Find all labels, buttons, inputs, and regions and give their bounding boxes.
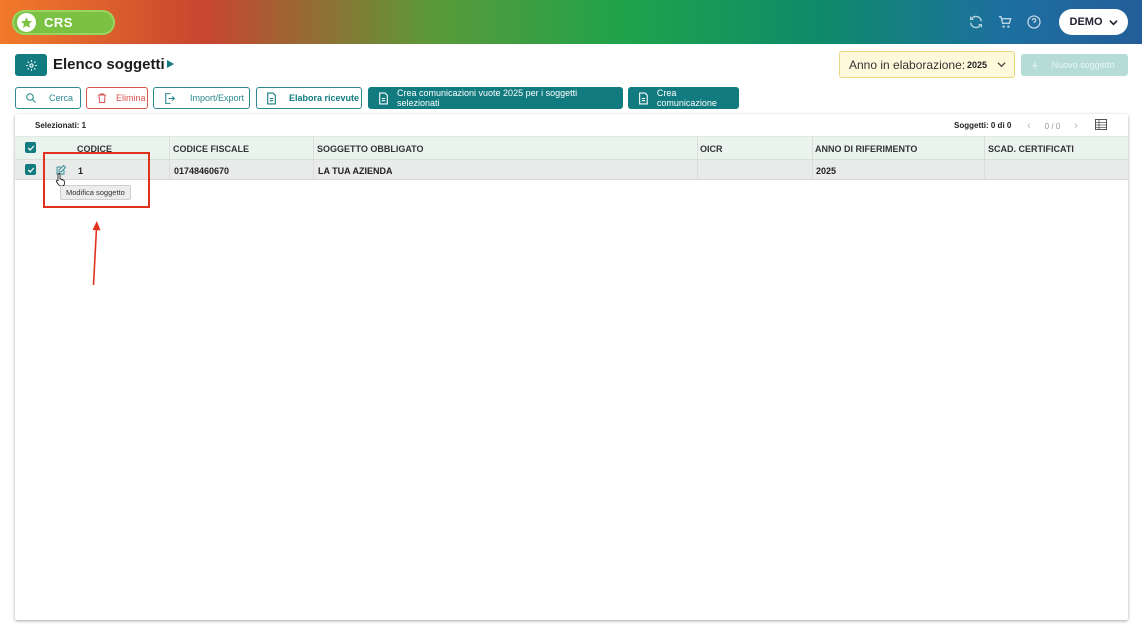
search-icon [26, 93, 36, 103]
cell-soggetto: LA TUA AZIENDA [318, 166, 393, 176]
col-header-scad[interactable]: SCAD. CERTIFICATI [988, 144, 1074, 154]
chevron-down-icon [997, 62, 1006, 68]
import-export-label: Import/Export [190, 93, 245, 103]
new-subject-button[interactable]: + Nuovo soggetto [1021, 54, 1128, 76]
chevron-left-icon[interactable]: ‹ [1027, 120, 1031, 132]
cell-anno: 2025 [816, 166, 837, 176]
table-view-icon[interactable] [1095, 119, 1107, 130]
trash-icon [98, 93, 106, 103]
year-selector[interactable]: Anno in elaborazione: 2025 [839, 51, 1015, 78]
chevron-right-icon[interactable]: › [1074, 120, 1078, 132]
annotation-highlight-box [43, 152, 150, 208]
chevron-down-icon [1108, 19, 1118, 25]
play-icon[interactable] [167, 60, 174, 68]
col-header-anno[interactable]: ANNO DI RIFERIMENTO [815, 144, 917, 154]
subjects-table-card: Selezionati: 1 Soggetti: 0 di 0 ‹ 0 / 0 … [15, 114, 1128, 620]
settings-button[interactable] [15, 54, 47, 76]
create-communication-button[interactable]: Crea comunicazione [628, 87, 739, 109]
app-logo[interactable]: CRS [12, 10, 115, 35]
document-icon [379, 92, 388, 104]
row-checkbox[interactable] [25, 164, 36, 175]
selected-count: Selezionati: 1 [35, 121, 87, 130]
refresh-icon[interactable] [968, 14, 984, 30]
document-icon [267, 92, 276, 104]
search-label: Cerca [49, 93, 74, 103]
plus-icon: + [1031, 57, 1039, 73]
process-receipts-label: Elabora ricevute [289, 93, 360, 103]
delete-label: Elimina [116, 93, 146, 103]
year-label: Anno in elaborazione: [849, 57, 966, 72]
new-subject-label: Nuovo soggetto [1051, 60, 1115, 70]
top-header: CRS DEMO [0, 0, 1142, 44]
col-header-oicr[interactable]: OICR [700, 144, 723, 154]
subjects-count: Soggetti: 0 di 0 [954, 121, 1012, 130]
import-export-button[interactable]: Import/Export [153, 87, 250, 109]
export-icon [165, 92, 176, 104]
create-empty-communications-button[interactable]: Crea comunicazioni vuote 2025 per i sogg… [368, 87, 623, 109]
delete-button[interactable]: Elimina [86, 87, 148, 109]
user-menu-button[interactable]: DEMO [1059, 9, 1128, 35]
year-value: 2025 [967, 60, 988, 70]
app-name: CRS [44, 15, 73, 30]
cell-codice-fiscale: 01748460670 [174, 166, 230, 176]
gear-icon [25, 59, 37, 71]
create-communication-label: Crea comunicazione [656, 88, 717, 108]
table-header: CODICE CODICE FISCALE SOGGETTO OBBLIGATO… [15, 136, 1128, 160]
user-label: DEMO [1069, 16, 1103, 28]
star-icon [17, 13, 36, 32]
cart-icon[interactable] [997, 14, 1013, 30]
document-icon [639, 92, 648, 104]
table-row[interactable]: 1 01748460670 LA TUA AZIENDA 2025 [15, 160, 1128, 180]
check-icon [27, 167, 34, 173]
process-receipts-button[interactable]: Elabora ricevute [256, 87, 362, 109]
help-icon[interactable] [1026, 14, 1042, 30]
check-icon [27, 145, 34, 151]
pagination: ‹ 0 / 0 › [1027, 120, 1078, 132]
annotation-arrow-icon [92, 221, 101, 286]
page-indicator: 0 / 0 [1044, 121, 1061, 131]
col-header-codice-fiscale[interactable]: CODICE FISCALE [173, 144, 249, 154]
select-all-checkbox[interactable] [25, 142, 36, 153]
col-header-soggetto[interactable]: SOGGETTO OBBLIGATO [317, 144, 424, 154]
search-button[interactable]: Cerca [15, 87, 81, 109]
create-empty-label: Crea comunicazioni vuote 2025 per i sogg… [397, 88, 578, 108]
page-title: Elenco soggetti [53, 56, 165, 73]
